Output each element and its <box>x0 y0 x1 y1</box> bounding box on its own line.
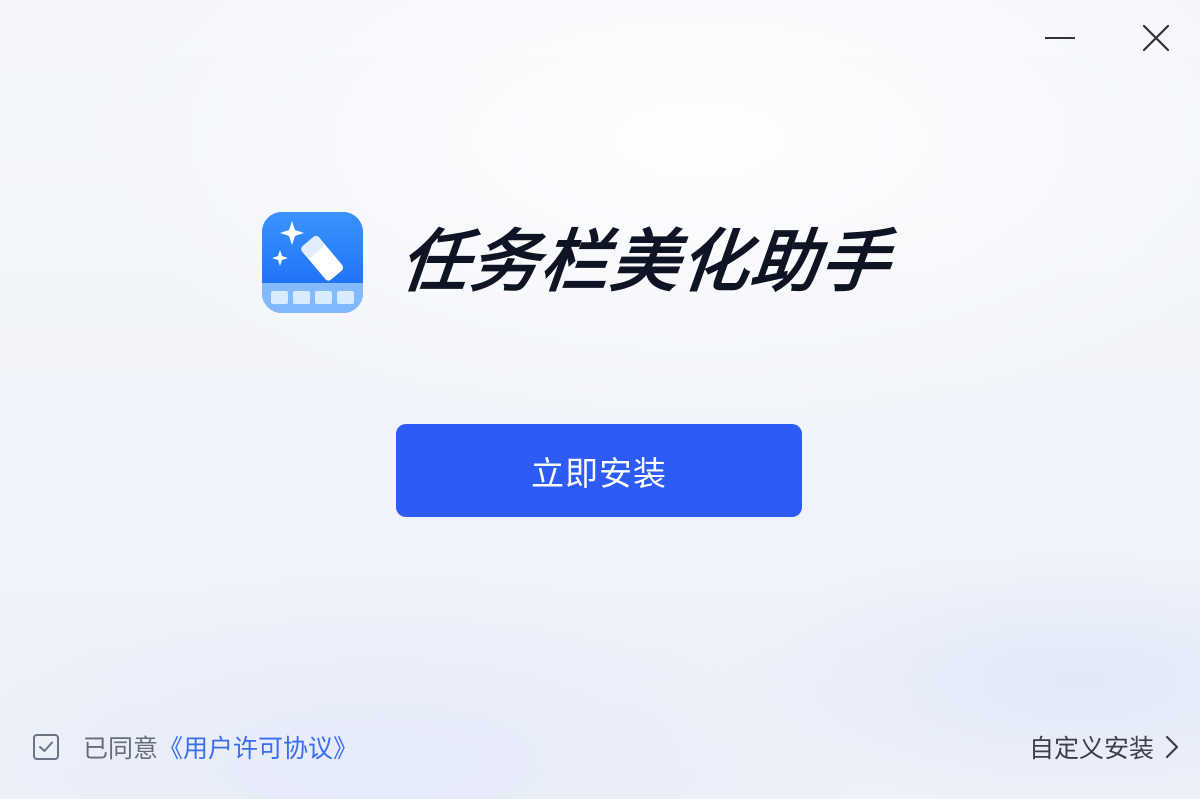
custom-install-label: 自定义安装 <box>1028 734 1154 763</box>
taskbar-beautify-app-icon <box>262 212 363 313</box>
custom-install-link[interactable]: 自定义安装 <box>1029 729 1180 765</box>
close-button[interactable] <box>1136 18 1176 58</box>
check-icon <box>39 741 53 752</box>
agree-prefix: 已同意 <box>83 734 159 763</box>
agree-checkbox[interactable] <box>33 734 59 760</box>
close-icon <box>1142 24 1170 52</box>
brand-header: 任务栏美化助手 <box>262 212 896 313</box>
license-agreement-link[interactable]: 《用户许可协议》 <box>158 729 358 765</box>
chevron-right-icon <box>1164 735 1180 759</box>
minimize-button[interactable] <box>1040 18 1080 58</box>
app-title: 任务栏美化助手 <box>396 222 896 302</box>
install-now-button[interactable]: 立即安装 <box>396 424 802 517</box>
minimize-icon <box>1045 37 1075 39</box>
agreement-row: 已同意 《用户许可协议》 <box>33 729 358 765</box>
